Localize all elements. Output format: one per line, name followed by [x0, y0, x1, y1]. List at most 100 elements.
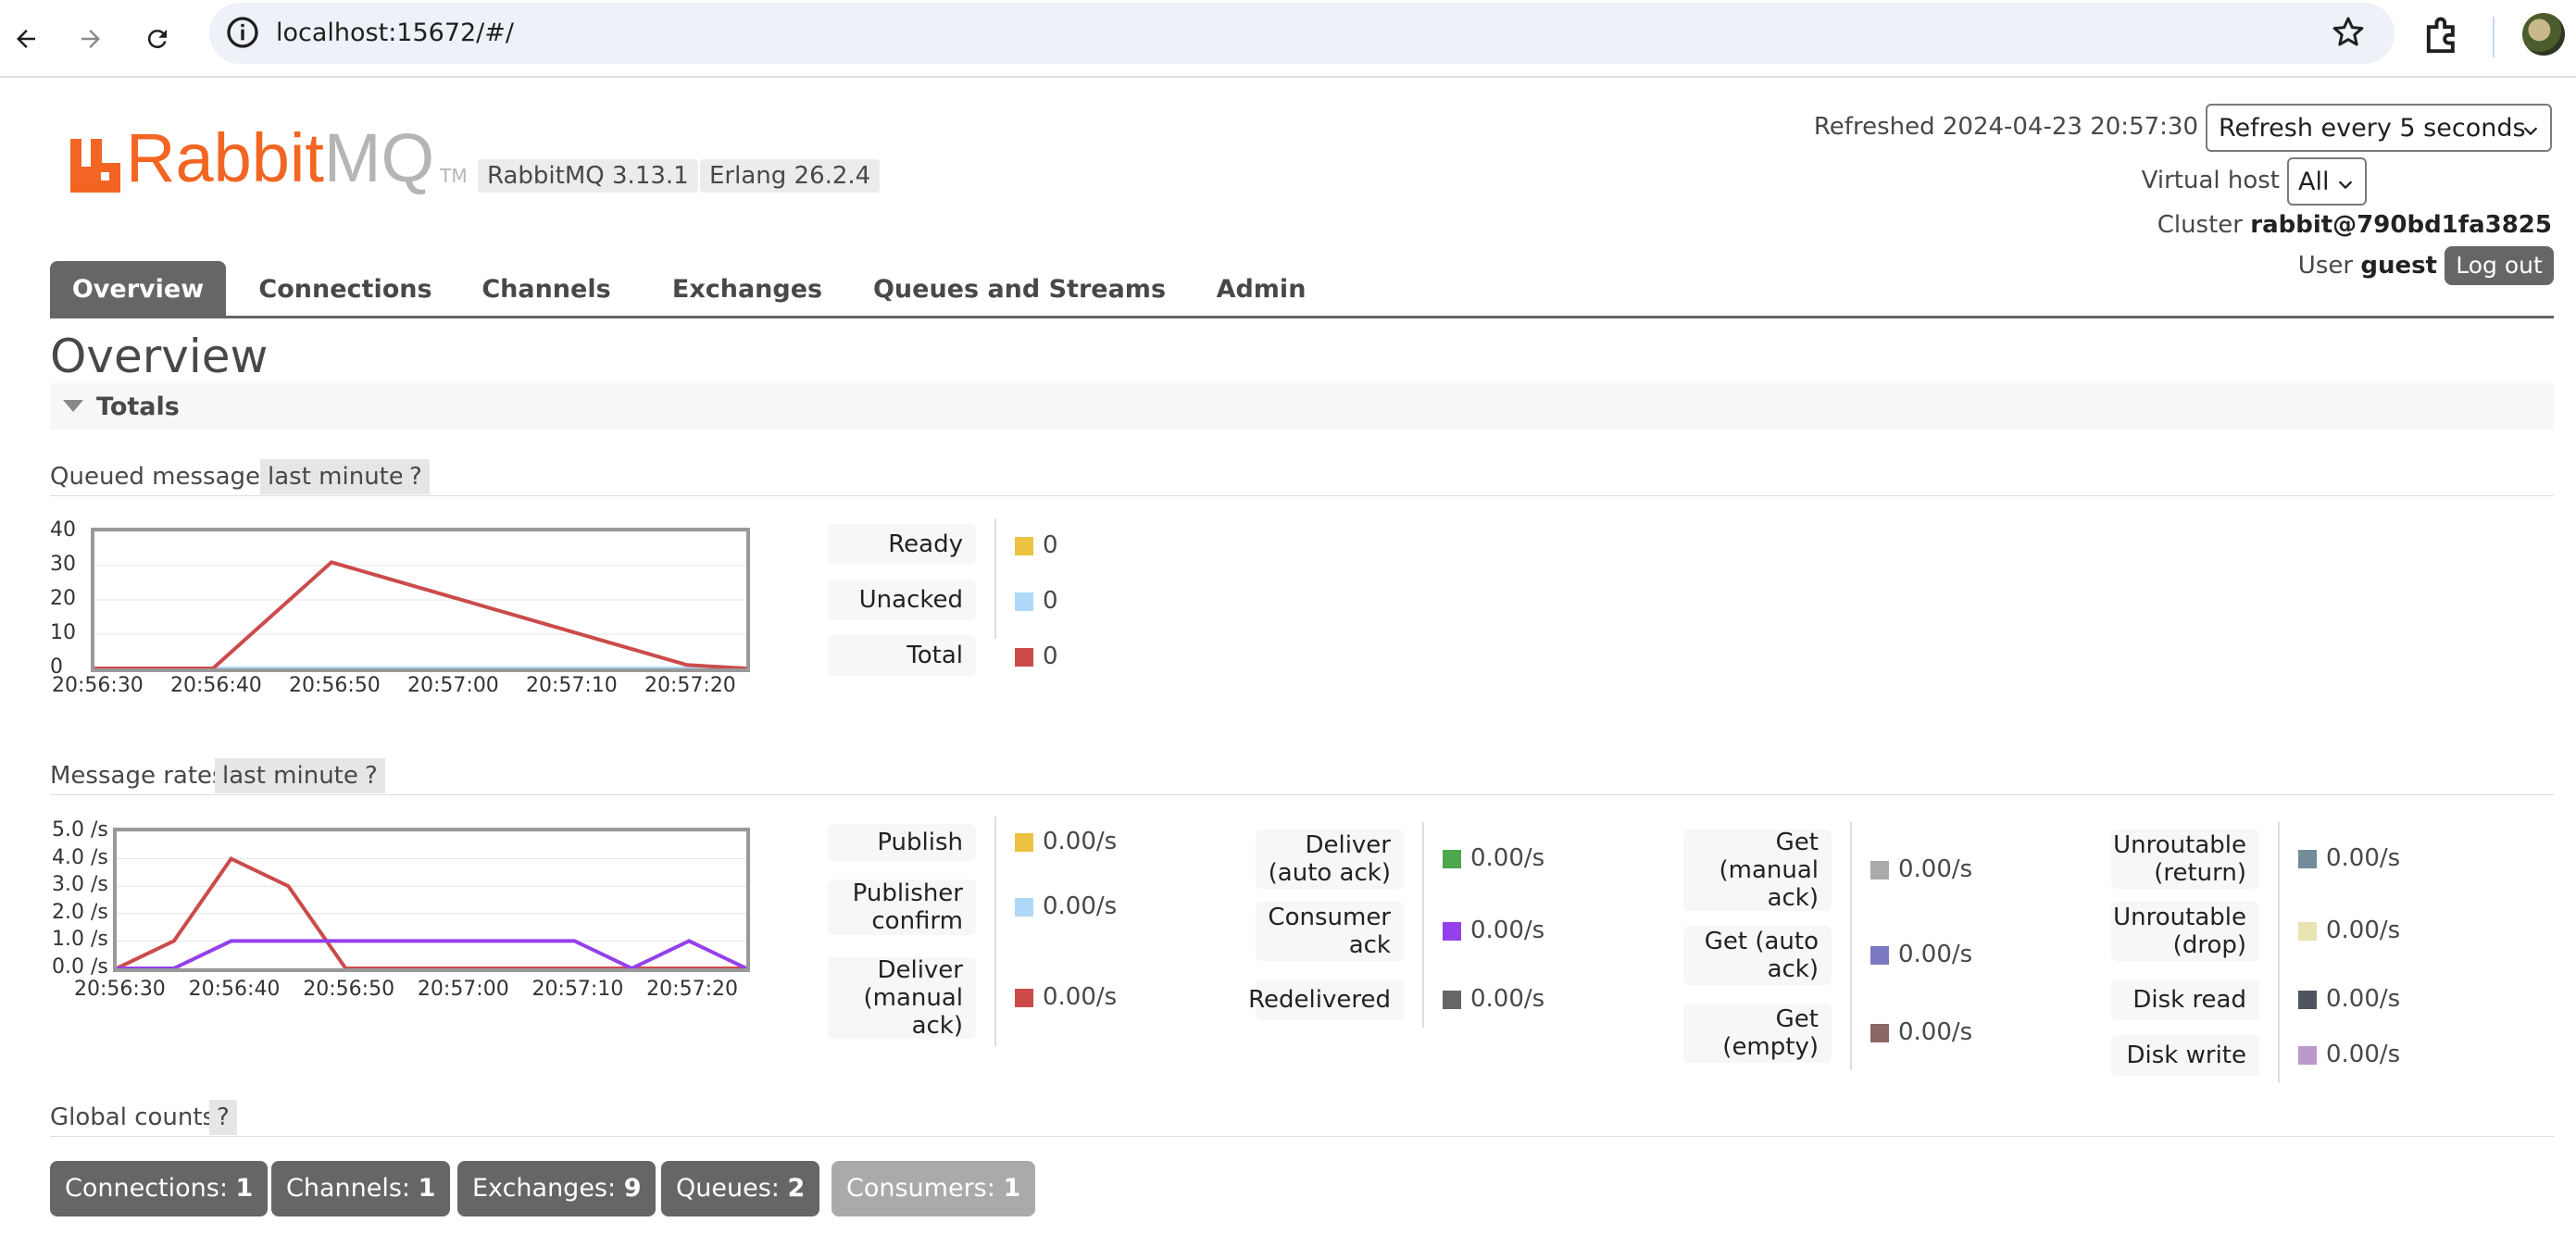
rate-legend-label: Get (manual ack)	[1683, 829, 1832, 912]
back-arrow-icon[interactable]	[0, 13, 52, 65]
connections-count-value: 1	[235, 1174, 254, 1203]
x-tick-label: 20:57:20	[646, 978, 738, 1001]
consumers-count-label: Consumers:	[846, 1174, 995, 1203]
global-counts-help-button[interactable]: ?	[209, 1100, 237, 1135]
rate-legend-label: Consumer ack	[1256, 902, 1404, 961]
queues-count-button[interactable]: Queues: 2	[661, 1161, 820, 1216]
refreshed-timestamp: Refreshed 2024-04-23 20:57:30	[1813, 113, 2198, 141]
rate-legend-label-text: Disk write	[2126, 1042, 2246, 1069]
y-tick-label: 0.0 /s	[52, 955, 108, 979]
site-info-icon[interactable]	[224, 14, 261, 55]
channels-count-button[interactable]: Channels: 1	[271, 1161, 451, 1216]
tab-connections[interactable]: Connections	[248, 261, 443, 318]
series-line	[117, 939, 747, 971]
total-color-swatch	[1015, 648, 1033, 667]
rate-legend-label-text: Disk read	[2132, 986, 2246, 1014]
exchanges-count-label: Exchanges:	[472, 1174, 617, 1203]
rate-value: 0.00/s	[1898, 941, 1973, 968]
rate-color-swatch	[1870, 946, 1889, 965]
logo-tm-text: TM	[440, 165, 468, 187]
forward-arrow-icon[interactable]	[65, 13, 117, 65]
unacked-value: 0	[1043, 587, 1058, 615]
rabbitmq-logo[interactable]: Rabbit MQ TM	[70, 124, 468, 193]
tab-admin[interactable]: Admin	[1194, 261, 1328, 318]
tab-channels[interactable]: Channels	[465, 261, 628, 318]
rate-legend-label: Disk write	[2111, 1035, 2259, 1076]
ready-value: 0	[1043, 531, 1058, 559]
queued-range-selector[interactable]: last minute	[260, 459, 411, 494]
tab-overview[interactable]: Overview	[50, 261, 226, 318]
x-tick-label: 20:57:10	[531, 978, 624, 1001]
global-counts-header: Global counts ?	[50, 1100, 2554, 1137]
y-tick-label: 20	[50, 587, 76, 610]
queued-help-button[interactable]: ?	[402, 459, 430, 494]
consumers-count-button[interactable]: Consumers: 1	[832, 1161, 1036, 1216]
logo-rabbit-text: Rabbit	[126, 119, 324, 196]
address-bar[interactable]: localhost:15672/#/	[209, 3, 2395, 64]
y-tick-label: 1.0 /s	[52, 928, 108, 952]
erlang-version-badge: Erlang 26.2.4	[700, 159, 881, 193]
chevron-down-icon	[2520, 119, 2541, 147]
reload-icon[interactable]	[131, 13, 183, 65]
y-tick-label: 30	[50, 553, 76, 576]
bookmark-star-icon[interactable]	[2330, 14, 2367, 55]
connections-count-button[interactable]: Connections: 1	[50, 1161, 269, 1216]
rabbitmq-version-badge: RabbitMQ 3.13.1	[478, 159, 698, 193]
chevron-down-icon	[2335, 172, 2356, 201]
totals-label: Totals	[96, 393, 180, 421]
x-tick-label: 20:56:30	[52, 674, 144, 697]
tab-exchanges[interactable]: Exchanges	[650, 261, 844, 318]
rate-legend-label: Unroutable (drop)	[2111, 902, 2259, 961]
legend-divider	[2278, 822, 2280, 1083]
rate-legend-label-text: Get (manual ack)	[1719, 829, 1819, 912]
y-tick-label: 4.0 /s	[52, 845, 108, 869]
rate-legend-label-text: Unroutable (drop)	[2113, 904, 2246, 959]
refresh-interval-select[interactable]: Refresh every 5 seconds	[2206, 104, 2552, 152]
x-tick-label: 20:56:40	[188, 978, 281, 1001]
rate-legend-label-text: Deliver (manual ack)	[863, 956, 963, 1040]
url-text[interactable]: localhost:15672/#/	[276, 19, 514, 47]
rate-value: 0.00/s	[1898, 855, 1973, 883]
page-title: Overview	[50, 330, 269, 383]
rate-value: 0.00/s	[2326, 985, 2401, 1013]
global-counts-title: Global counts	[50, 1104, 216, 1131]
virtual-host-select[interactable]: All	[2287, 157, 2367, 206]
rates-help-button[interactable]: ?	[357, 758, 385, 793]
legend-divider	[1850, 822, 1852, 1070]
rate-legend-label-text: Unroutable (return)	[2113, 831, 2246, 887]
chart-svg	[94, 530, 747, 670]
x-tick-label: 20:56:30	[74, 978, 166, 1001]
rate-color-swatch	[2298, 991, 2317, 1009]
tab-queues-and-streams[interactable]: Queues and Streams	[867, 261, 1172, 318]
refresh-interval-value: Refresh every 5 seconds	[2219, 114, 2526, 143]
message-rates-header: Message rates last minute ?	[50, 758, 2554, 795]
rate-legend-label: Disk read	[2111, 979, 2259, 1020]
profile-avatar[interactable]	[2522, 13, 2565, 56]
rate-legend-label-text: Publisher confirm	[852, 879, 963, 935]
rate-legend-label-text: Consumer ack	[1268, 904, 1391, 959]
rate-legend-label: Get (empty)	[1683, 1004, 1832, 1063]
rate-legend-label: Publish	[828, 824, 976, 861]
rate-color-swatch	[1870, 861, 1889, 879]
rate-color-swatch	[1443, 850, 1461, 868]
virtual-host-label: Virtual host	[2141, 167, 2280, 194]
rate-value: 0.00/s	[1898, 1018, 1973, 1046]
rate-legend-label-text: Redelivered	[1248, 986, 1391, 1014]
rate-legend-label: Unroutable (return)	[2111, 830, 2259, 889]
totals-section-toggle[interactable]: Totals	[50, 383, 2554, 430]
exchanges-count-value: 9	[623, 1174, 642, 1203]
rate-color-swatch	[1015, 989, 1033, 1007]
rate-legend-label-text: Get (empty)	[1722, 1005, 1819, 1061]
legend-unacked-label: Unacked	[828, 580, 976, 620]
rate-value: 0.00/s	[1470, 917, 1545, 944]
channels-count-label: Channels:	[286, 1174, 411, 1203]
total-value: 0	[1043, 642, 1058, 670]
rate-value: 0.00/s	[2326, 1041, 2401, 1068]
connections-count-label: Connections:	[65, 1174, 228, 1203]
extensions-icon[interactable]	[2419, 13, 2467, 65]
exchanges-count-button[interactable]: Exchanges: 9	[457, 1161, 657, 1216]
unacked-color-swatch	[1015, 593, 1033, 611]
queued-messages-header: Queued messages last minute ?	[50, 459, 2554, 496]
chart-plot-area	[113, 828, 750, 972]
rates-range-selector[interactable]: last minute	[215, 758, 366, 793]
